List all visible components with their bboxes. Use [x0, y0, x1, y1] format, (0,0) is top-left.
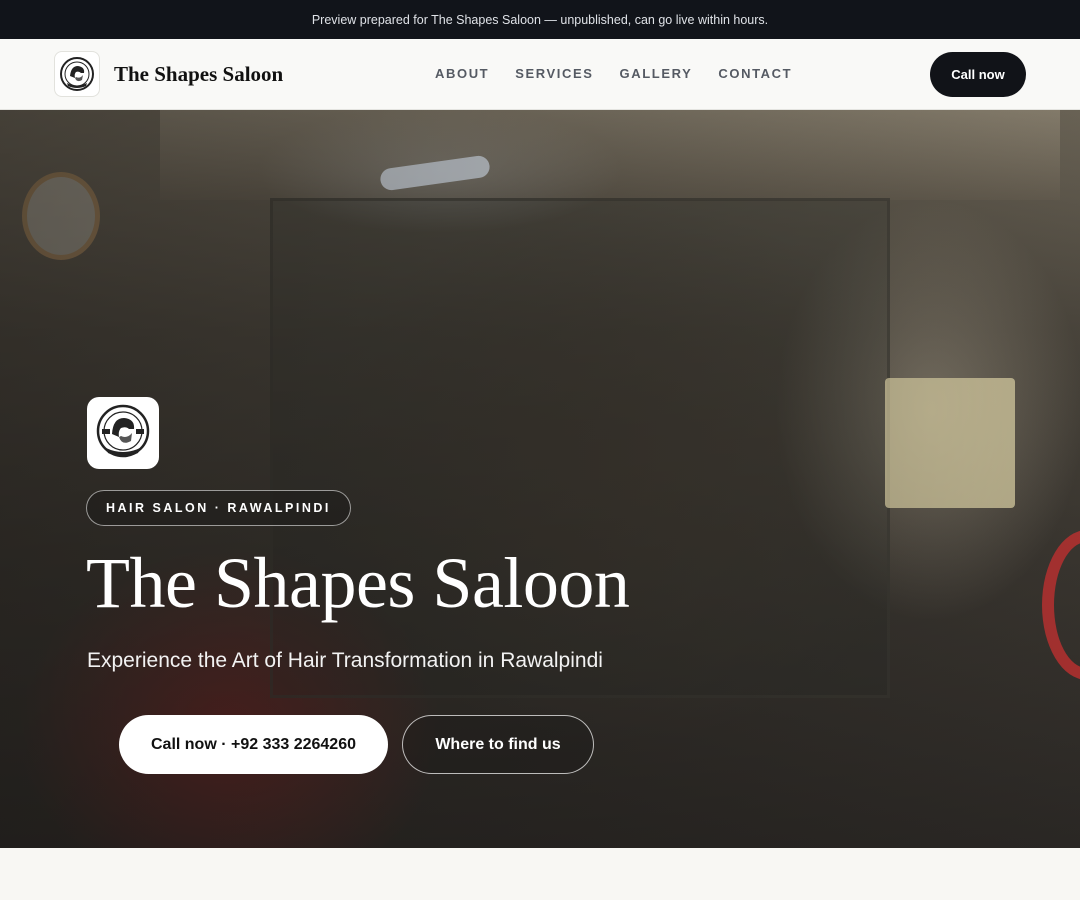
brand-name: The Shapes Saloon [114, 61, 284, 86]
nav-about[interactable]: ABOUT [435, 66, 489, 81]
nav-gallery[interactable]: GALLERY [620, 66, 693, 81]
hero-category-badge: HAIR SALON · RAWALPINDI [86, 490, 351, 526]
find-us-button[interactable]: Where to find us [402, 715, 594, 774]
header-call-button[interactable]: Call now [930, 52, 1026, 97]
hero-title: The Shapes Saloon [86, 543, 630, 623]
preview-banner-text: Preview prepared for The Shapes Saloon —… [311, 12, 769, 27]
call-now-button[interactable]: Call now · +92 333 2264260 [119, 715, 388, 774]
barber-logo-icon [87, 397, 159, 469]
nav-services[interactable]: SERVICES [515, 66, 593, 81]
nav-contact[interactable]: CONTACT [718, 66, 792, 81]
site-header: The Shapes Saloon ABOUT SERVICES GALLERY… [0, 39, 1080, 110]
brand[interactable]: The Shapes Saloon [54, 51, 283, 97]
preview-banner: Preview prepared for The Shapes Saloon —… [0, 0, 1080, 39]
hero-subtitle: Experience the Art of Hair Transformatio… [87, 649, 603, 672]
barber-logo-icon [54, 51, 100, 97]
hero-section: HAIR SALON · RAWALPINDI The Shapes Saloo… [0, 110, 1080, 848]
main-nav: ABOUT SERVICES GALLERY CONTACT [435, 66, 818, 81]
